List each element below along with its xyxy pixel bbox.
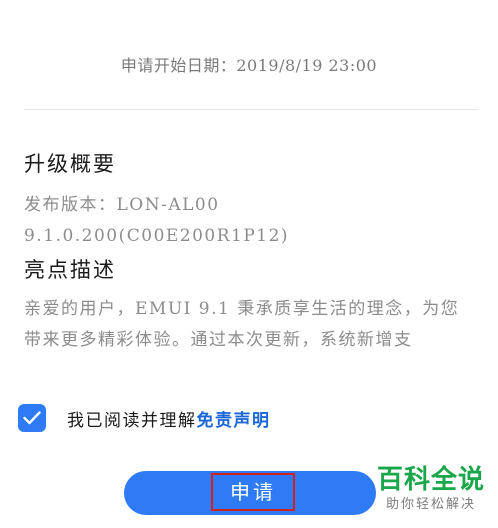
upgrade-apply-page: 申请开始日期：2019/8/19 23:00 升级概要 发布版本：LON-AL0… [0, 0, 498, 528]
divider [24, 109, 478, 110]
agreement-checkbox[interactable] [18, 404, 46, 432]
agreement-row[interactable]: 我已阅读并理解免责声明 [18, 404, 271, 432]
checkmark-icon [23, 411, 41, 425]
watermark-sub: 助你轻松解决 [385, 497, 476, 512]
apply-button-label[interactable]: 申请 [211, 473, 295, 511]
highlights-description: 亲爱的用户，EMUI 9.1 秉承质享生活的理念，为您带来更多精彩体验。通过本次… [24, 299, 460, 350]
agreement-prefix: 我已阅读并理解 [67, 410, 197, 431]
disclaimer-link[interactable]: 免责声明 [197, 411, 271, 431]
agreement-text: 我已阅读并理解免责声明 [67, 406, 271, 431]
apply-start-date: 申请开始日期：2019/8/19 23:00 [120, 56, 378, 75]
overview-title: 升级概要 [24, 152, 116, 176]
watermark-logo: 百科全说 助你轻松解决 [372, 464, 490, 514]
watermark-main: 百科全说 [376, 465, 485, 495]
release-version: 发布版本：LON-AL00 9.1.0.200(C00E200R1P12) [24, 195, 290, 246]
highlights-title: 亮点描述 [24, 258, 116, 282]
